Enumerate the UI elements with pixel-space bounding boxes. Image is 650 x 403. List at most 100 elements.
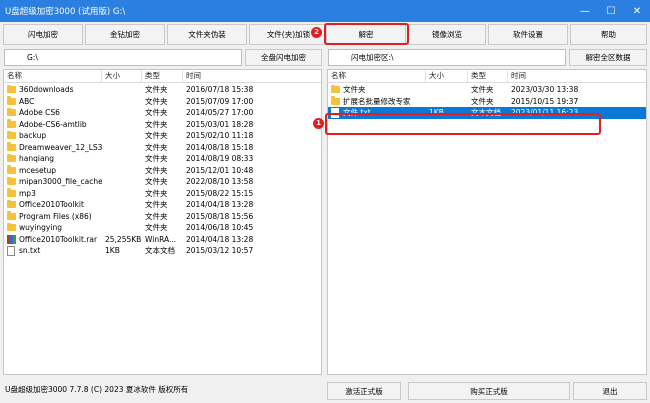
folder-disguise-button[interactable]: 文件夹伪装 xyxy=(167,24,247,45)
cell-type: 文件夹 xyxy=(145,188,168,198)
table-row[interactable]: 扩展名批量修改专家 文件夹 2015/10/15 19:37 xyxy=(328,96,646,108)
cell-type: 文件夹 xyxy=(471,96,494,106)
cell-size: 25,255KB xyxy=(105,234,142,244)
cell-name: Adobe CS6 xyxy=(19,108,60,117)
cell-size xyxy=(102,84,142,96)
left-file-list[interactable]: 名称 大小 类型 时间 360downloads 文件夹 2016/07/18 15… xyxy=(3,69,322,375)
help-button[interactable]: 帮助 xyxy=(570,24,647,45)
cell-size xyxy=(426,96,468,108)
col-time[interactable]: 时间 xyxy=(508,70,646,82)
cell-type: 文件夹 xyxy=(145,177,168,186)
table-row[interactable]: Dreamweaver_12_LS3 文件夹 2014/08/18 15:18 xyxy=(4,142,321,154)
table-row[interactable]: 文件夹 文件夹 2023/03/30 13:38 xyxy=(328,84,646,96)
cell-time: 2015/12/01 10:48 xyxy=(186,165,254,175)
exit-button[interactable]: 退出 xyxy=(573,382,647,400)
table-row[interactable]: wuyingying 文件夹 2014/06/18 10:45 xyxy=(4,222,321,234)
table-row[interactable]: mipan3000_file_cache 文件夹 2022/08/10 13:58 xyxy=(4,176,321,188)
activate-button[interactable]: 激活正式版 xyxy=(327,382,401,400)
full-disk-flash-encrypt-button[interactable]: 全盘闪电加密 xyxy=(245,49,322,66)
right-path-field[interactable]: 闪电加密区:\ xyxy=(328,49,566,66)
title-bar: U盘超级加密3000 (试用版) G:\ — ☐ ✕ xyxy=(0,0,650,22)
cell-time: 2016/07/18 15:38 xyxy=(186,85,254,94)
cell-time: 2014/08/19 08:33 xyxy=(186,154,254,163)
cell-size xyxy=(102,165,142,177)
cell-time: 2014/08/18 15:18 xyxy=(186,142,254,152)
buy-button[interactable]: 购买正式版 xyxy=(408,382,570,400)
cell-time: 2014/06/18 10:45 xyxy=(186,223,254,232)
cell-name: Adobe-CS6-amtlib xyxy=(19,119,87,129)
cell-time: 2014/04/18 13:28 xyxy=(186,234,254,244)
cell-time: 2015/10/15 19:37 xyxy=(511,96,579,106)
cell-time: 2014/05/27 17:00 xyxy=(186,108,254,117)
cell-name: wuyingying xyxy=(19,223,62,232)
table-row[interactable]: Adobe-CS6-amtlib 文件夹 2015/03/01 18:28 xyxy=(4,119,321,131)
cell-name: mipan3000_file_cache xyxy=(19,177,102,186)
settings-button[interactable]: 软件设置 xyxy=(488,24,568,45)
left-path-field[interactable]: G:\ xyxy=(4,49,242,66)
right-list-header: 名称 大小 类型 时间 xyxy=(328,70,646,83)
table-row[interactable]: mp3 文件夹 2015/08/22 15:15 xyxy=(4,188,321,200)
cell-time: 2023/03/30 13:38 xyxy=(511,85,579,94)
col-name[interactable]: 名称 xyxy=(328,70,426,82)
cell-name: Office2010Toolkit xyxy=(19,200,84,209)
cell-type: 文件夹 xyxy=(145,142,168,152)
table-row[interactable]: mcesetup 文件夹 2015/12/01 10:48 xyxy=(4,165,321,177)
flash-encrypt-button[interactable]: 闪电加密 xyxy=(3,24,83,45)
decrypt-all-button[interactable]: 解密全区数据 xyxy=(569,49,647,66)
table-row[interactable]: 360downloads 文件夹 2016/07/18 15:38 xyxy=(4,84,321,96)
col-type[interactable]: 类型 xyxy=(468,70,508,82)
col-time[interactable]: 时间 xyxy=(183,70,321,82)
cell-type: 文件夹 xyxy=(145,131,168,140)
cell-type: 文件夹 xyxy=(145,200,168,209)
cell-type: 文件夹 xyxy=(145,154,168,163)
cell-type: 文件夹 xyxy=(145,211,168,221)
minimize-icon[interactable]: — xyxy=(572,0,598,22)
close-icon[interactable]: ✕ xyxy=(624,0,650,22)
image-browse-button[interactable]: 镜像浏览 xyxy=(408,24,486,45)
cell-name: Dreamweaver_12_LS3 xyxy=(19,142,102,152)
cell-size xyxy=(102,153,142,165)
table-row[interactable]: sn.txt 1KB 文本文档 2015/03/12 10:57 xyxy=(4,245,321,257)
cell-type: 文件夹 xyxy=(145,223,168,232)
cell-name: 文件夹 xyxy=(343,85,366,94)
cell-time: 2015/07/09 17:00 xyxy=(186,96,254,106)
col-type[interactable]: 类型 xyxy=(142,70,183,82)
cell-size xyxy=(102,119,142,131)
annotation-badge-1: 1 xyxy=(313,118,324,129)
maximize-icon[interactable]: ☐ xyxy=(598,0,624,22)
table-row[interactable]: Office2010Toolkit.rar 25,255KB WinRA... 201… xyxy=(4,234,321,246)
diamond-encrypt-button[interactable]: 金钻加密 xyxy=(85,24,165,45)
cell-time: 2022/08/10 13:58 xyxy=(186,177,254,186)
cell-type: WinRA... xyxy=(145,234,177,244)
cell-name: sn.txt xyxy=(19,246,41,255)
annotation-box-decrypt xyxy=(324,23,409,45)
cell-name: mcesetup xyxy=(19,165,57,175)
cell-name: mp3 xyxy=(19,188,36,198)
cell-type: 文件夹 xyxy=(145,165,168,175)
table-row[interactable]: ABC 文件夹 2015/07/09 17:00 xyxy=(4,96,321,108)
cell-time: 2015/03/01 18:28 xyxy=(186,119,254,129)
cell-type: 文件夹 xyxy=(145,85,168,94)
cell-size: 1KB xyxy=(105,246,120,255)
left-list-header: 名称 大小 类型 时间 xyxy=(4,70,321,83)
cell-time: 2014/04/18 13:28 xyxy=(186,200,254,209)
col-size[interactable]: 大小 xyxy=(426,70,468,82)
col-name[interactable]: 名称 xyxy=(4,70,102,82)
col-size[interactable]: 大小 xyxy=(102,70,142,82)
cell-name: 360downloads xyxy=(19,85,74,94)
table-row[interactable]: Adobe CS6 文件夹 2014/05/27 17:00 xyxy=(4,107,321,119)
cell-type: 文件夹 xyxy=(145,119,168,129)
table-row[interactable]: backup 文件夹 2015/02/10 11:18 xyxy=(4,130,321,142)
cell-name: backup xyxy=(19,131,47,140)
cell-type: 文件夹 xyxy=(145,96,168,106)
cell-type: 文本文档 xyxy=(145,246,175,255)
table-row[interactable]: Program Files (x86) 文件夹 2015/08/18 15:56 xyxy=(4,211,321,223)
status-bar: U盘超级加密3000 7.7.8 (C) 2023 夏冰软件 版权所有 xyxy=(5,385,189,394)
cell-time: 2015/08/22 15:15 xyxy=(186,188,254,198)
cell-size xyxy=(102,96,142,108)
cell-size xyxy=(426,84,468,96)
cell-size xyxy=(102,142,142,154)
cell-size xyxy=(102,188,142,200)
table-row[interactable]: Office2010Toolkit 文件夹 2014/04/18 13:28 xyxy=(4,199,321,211)
table-row[interactable]: hanqiang 文件夹 2014/08/19 08:33 xyxy=(4,153,321,165)
